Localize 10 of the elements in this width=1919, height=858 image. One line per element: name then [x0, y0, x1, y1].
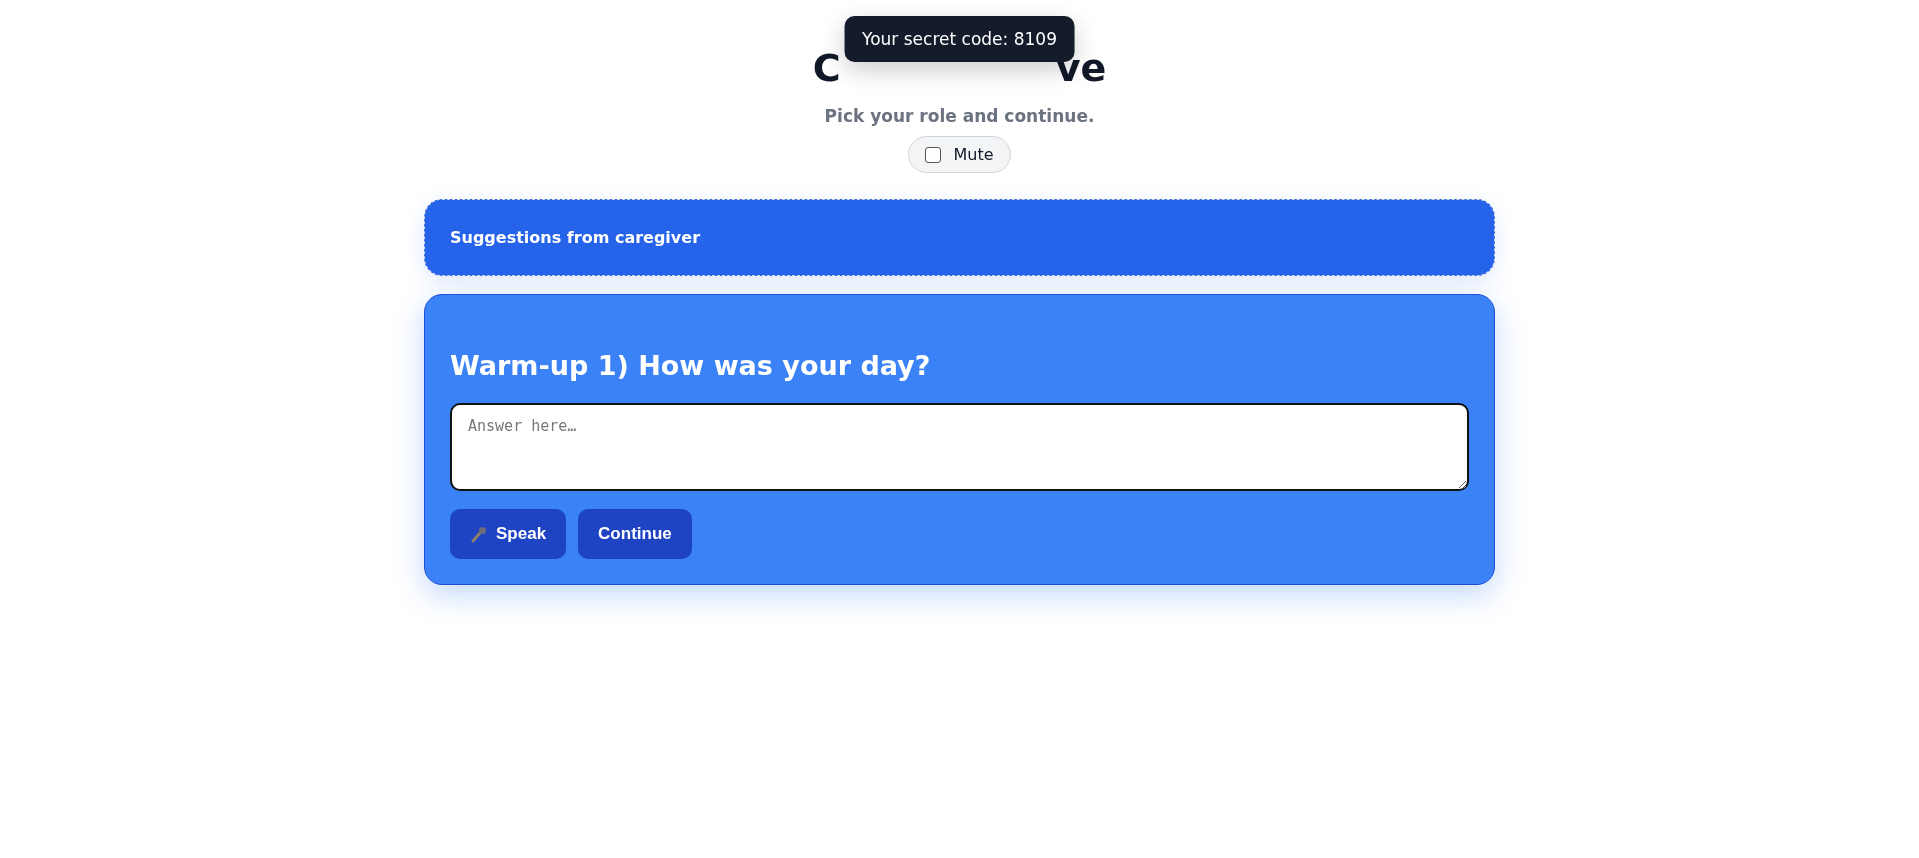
microphone-icon — [470, 525, 488, 543]
checkbox[interactable] — [925, 146, 942, 163]
panel-title: Suggestions from caregiver — [450, 228, 702, 247]
continue-button[interactable]: Continue — [578, 509, 692, 559]
speak-button[interactable]: Speak — [450, 509, 567, 559]
subtitle: Pick your role and continue. — [824, 106, 1095, 126]
page-title: C — [812, 45, 841, 92]
answer-field[interactable]: Answer here… — [450, 403, 1469, 491]
mute-toggle[interactable]: Mute — [908, 136, 1011, 173]
question-title: Warm-up 1) How was your day? — [450, 350, 932, 381]
